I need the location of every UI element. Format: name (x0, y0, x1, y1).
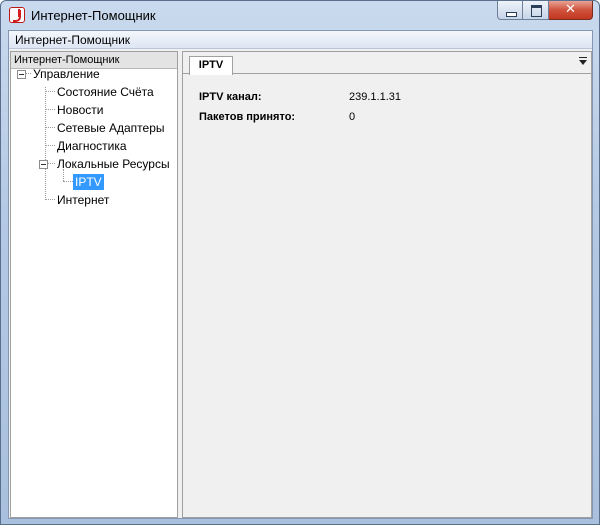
window-title: Интернет-Помощник (31, 8, 156, 23)
field-label: IPTV канал: (199, 91, 262, 103)
tree-item-network-adapters[interactable]: Сетевые Адаптеры (11, 119, 177, 137)
tree-item-internet[interactable]: Интернет (11, 191, 177, 209)
collapse-icon[interactable] (17, 70, 26, 79)
navigation-pane: Интернет-Помощник Управление Состояние С… (10, 51, 178, 518)
title-bar[interactable]: Интернет-Помощник ✕ (1, 1, 599, 29)
menu-bar: Интернет-Помощник (9, 31, 592, 49)
client-area: Интернет-Помощник Интернет-Помощник Упра… (8, 30, 593, 519)
tree-item-iptv[interactable]: IPTV (11, 173, 177, 191)
field-value: 0 (349, 111, 356, 123)
close-button[interactable]: ✕ (549, 1, 593, 20)
tree-item-account-status[interactable]: Состояние Счёта (11, 83, 177, 101)
content-pane: IPTV IPTV канал: 239.1.1.31 Пакетов прин… (182, 51, 592, 518)
close-icon: ✕ (565, 2, 576, 17)
menu-item-internet-assistant[interactable]: Интернет-Помощник (15, 33, 130, 47)
field-iptv-channel: IPTV канал: 239.1.1.31 (199, 89, 579, 105)
field-packets-received: Пакетов принято: 0 (199, 109, 579, 125)
iptv-tab-content: IPTV канал: 239.1.1.31 Пакетов принято: … (185, 76, 589, 516)
window-controls: ✕ (497, 1, 593, 21)
field-value: 239.1.1.31 (349, 91, 401, 103)
tab-strip: IPTV (183, 52, 591, 75)
tree-item-news[interactable]: Новости (11, 101, 177, 119)
collapse-icon[interactable] (39, 160, 48, 169)
tree-item-diagnostics[interactable]: Диагностика (11, 137, 177, 155)
tree-item-iptv-label: IPTV (73, 174, 104, 190)
tab-list-dropdown-icon[interactable] (579, 57, 587, 65)
field-label: Пакетов принято: (199, 111, 296, 123)
tab-iptv[interactable]: IPTV (189, 56, 233, 75)
tree-item-local-resources[interactable]: Локальные Ресурсы (11, 155, 177, 173)
maximize-button[interactable] (523, 1, 549, 20)
minimize-button[interactable] (497, 1, 523, 20)
app-window: Интернет-Помощник ✕ Интернет-Помощник Ин… (0, 0, 600, 525)
tree-item-management[interactable]: Управление (11, 65, 177, 83)
app-logo-icon[interactable] (9, 7, 25, 23)
